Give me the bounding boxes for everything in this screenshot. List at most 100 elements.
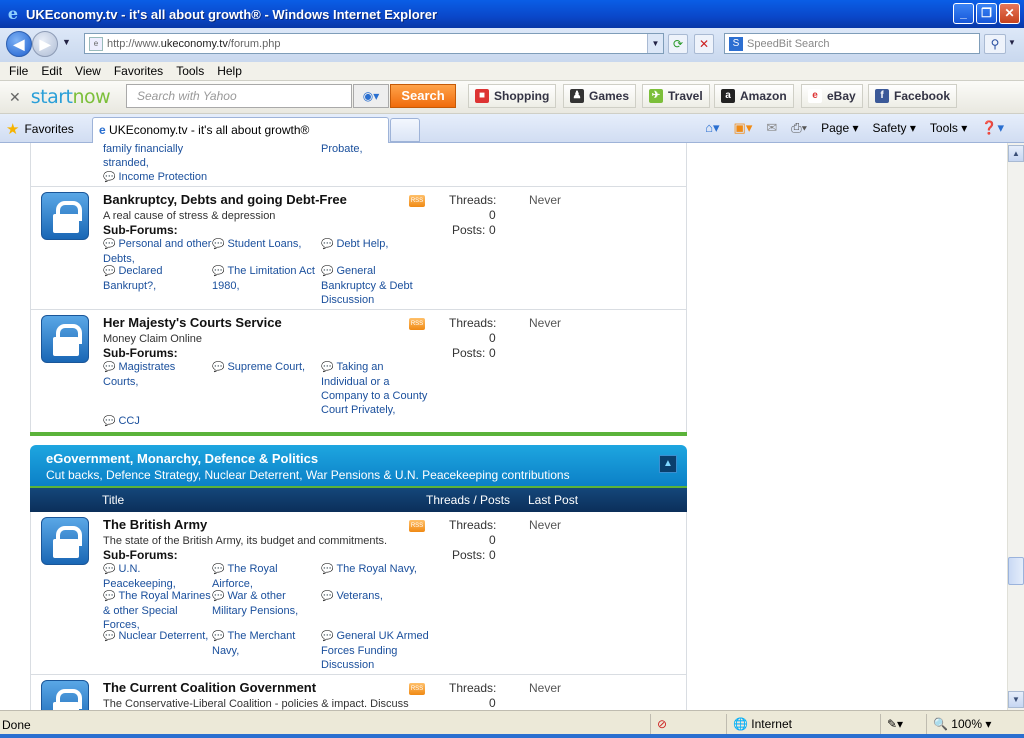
subforum-link-income-protection[interactable]: 💬 Income Protection	[103, 170, 207, 185]
forum-title[interactable]: The Current Coalition Government	[103, 680, 316, 695]
subforum-link[interactable]: 💬 The Royal Airforce,	[212, 562, 278, 591]
forum-description: A real cause of stress & depression	[103, 210, 276, 222]
help-icon[interactable]: ❓▾	[981, 120, 1004, 136]
subforum-link[interactable]: 💬 Veterans,	[321, 589, 383, 604]
url-path: /forum.php	[227, 37, 281, 50]
last-post: Never	[529, 193, 562, 207]
rss-feeds-icon[interactable]: ▣▾	[734, 120, 753, 136]
taskbar-edge	[0, 734, 1024, 738]
subforum-link[interactable]: 💬 Magistrates Courts,	[103, 360, 175, 389]
amazon-label: Amazon	[740, 89, 787, 103]
menu-favorites[interactable]: Favorites	[114, 64, 163, 78]
forum-title[interactable]: Bankruptcy, Debts and going Debt-Free	[103, 192, 347, 207]
subforum-link[interactable]: 💬 Taking an Individual or a Company to a Co…	[321, 360, 427, 417]
scroll-thumb[interactable]	[1008, 557, 1024, 585]
last-post: Never	[529, 316, 562, 330]
menu-file[interactable]: File	[9, 64, 28, 78]
scroll-up-icon[interactable]: ▲	[1008, 145, 1024, 162]
subforum-link[interactable]: 💬 General Bankruptcy & Debt Discussion	[321, 264, 413, 307]
threads-count: 0	[489, 208, 496, 222]
subforum-link-probate[interactable]: Probate,	[321, 143, 363, 156]
protected-mode-icon[interactable]: ✎▾	[880, 714, 903, 734]
print-icon[interactable]: ⎙▾	[791, 120, 807, 136]
safety-menu[interactable]: Safety ▾	[873, 121, 916, 135]
close-window-button[interactable]: ✕	[999, 3, 1020, 24]
menu-edit[interactable]: Edit	[41, 64, 62, 78]
subforum-link[interactable]: 💬 Declared Bankrupt?,	[103, 264, 162, 293]
vertical-scrollbar[interactable]: ▲ ▼	[1007, 143, 1024, 710]
logo-part-now: now	[72, 86, 111, 108]
subforum-link-partial[interactable]: family financially stranded,	[103, 143, 183, 170]
search-engine-selector[interactable]: ◉▾	[353, 84, 389, 108]
search-options-dropdown-icon[interactable]: ▼	[1008, 38, 1016, 47]
forum-title[interactable]: Her Majesty's Courts Service	[103, 315, 282, 330]
subforum-link[interactable]: 💬 War & other Military Pensions,	[212, 589, 298, 618]
col-threads-posts: Threads / Posts	[426, 493, 511, 507]
subforum-link[interactable]: 💬 The Merchant Navy,	[212, 629, 295, 658]
tools-menu[interactable]: Tools ▾	[930, 121, 967, 135]
search-go-icon[interactable]: ⚲	[984, 34, 1006, 54]
speedbit-placeholder: SpeedBit Search	[747, 37, 830, 50]
rss-feed-icon[interactable]: RSS	[409, 683, 425, 695]
address-dropdown-icon[interactable]: ▼	[647, 34, 663, 53]
rss-feed-icon[interactable]: RSS	[409, 195, 425, 207]
subforum-link[interactable]: 💬 Debt Help,	[321, 237, 388, 252]
tab-active[interactable]: e UKEconomy.tv - it's all about growth®	[92, 117, 389, 143]
restore-button[interactable]: ❐	[976, 3, 997, 24]
collapse-category-icon[interactable]: ▲	[659, 455, 677, 473]
subforum-link[interactable]: 💬 Student Loans,	[212, 237, 301, 252]
startnow-logo[interactable]: startnow	[31, 86, 111, 108]
stop-icon[interactable]: ✕	[694, 34, 714, 54]
security-zone[interactable]: 🌐 Internet	[726, 714, 876, 734]
rss-feed-icon[interactable]: RSS	[409, 520, 425, 532]
subforum-link[interactable]: 💬 Nuclear Deterrent,	[103, 629, 208, 644]
amazon-link[interactable]: a Amazon	[714, 84, 794, 108]
subforum-link[interactable]: 💬 The Royal Marines & other Special Forces,	[103, 589, 211, 632]
menu-view[interactable]: View	[75, 64, 101, 78]
category-title[interactable]: eGovernment, Monarchy, Defence & Politic…	[46, 451, 318, 466]
shopping-link[interactable]: ■ Shopping	[468, 84, 557, 108]
forum-title[interactable]: The British Army	[103, 517, 207, 532]
refresh-icon[interactable]: ⟳	[668, 34, 688, 54]
subforum-link[interactable]: 💬 The Limitation Act 1980,	[212, 264, 315, 293]
threads-count: 0	[489, 696, 496, 710]
games-link[interactable]: ♟ Games	[563, 84, 637, 108]
window-title-bar: e UKEconomy.tv - it's all about growth® …	[0, 0, 1024, 28]
minimize-button[interactable]: _	[953, 3, 974, 24]
menu-tools[interactable]: Tools	[176, 64, 204, 78]
popup-blocker-icon[interactable]: ⊘	[650, 714, 667, 734]
subforum-link[interactable]: 💬 General UK Armed Forces Funding Discussio…	[321, 629, 429, 672]
travel-link[interactable]: ✈ Travel	[642, 84, 710, 108]
page-menu[interactable]: Page ▾	[821, 121, 858, 135]
home-icon[interactable]: ⌂▾	[705, 120, 719, 136]
category-description: Cut backs, Defence Strategy, Nuclear Det…	[46, 468, 570, 482]
menu-help[interactable]: Help	[217, 64, 242, 78]
address-bar[interactable]: e http://www. ukeconomy.tv/forum.php ▼	[84, 33, 664, 54]
page-content: family financially stranded, Probate, 💬 In…	[0, 143, 1007, 710]
scroll-down-icon[interactable]: ▼	[1008, 691, 1024, 708]
menu-bar: File Edit View Favorites Tools Help	[0, 62, 1024, 81]
yahoo-search-button[interactable]: Search	[390, 84, 456, 108]
mail-icon[interactable]: ✉	[766, 120, 777, 136]
subforum-link[interactable]: 💬 Personal and other Debts,	[103, 237, 211, 266]
favorites-button[interactable]: ★ Favorites	[6, 120, 74, 138]
back-button[interactable]: ◀	[6, 31, 32, 57]
ebay-label: eBay	[827, 89, 856, 103]
subforum-link[interactable]: 💬 CCJ	[103, 414, 140, 429]
close-toolbar-icon[interactable]: ✕	[9, 89, 21, 106]
forward-button[interactable]: ▶	[32, 31, 58, 57]
threads-label: Threads:	[449, 316, 497, 330]
subforum-link[interactable]: 💬 The Royal Navy,	[321, 562, 417, 577]
recent-pages-dropdown-icon[interactable]: ▼	[62, 37, 71, 47]
globe-icon: 🌐	[733, 717, 748, 731]
zoom-level[interactable]: 🔍 100% ▾	[926, 714, 1008, 734]
facebook-link[interactable]: f Facebook	[868, 84, 958, 108]
subforum-link[interactable]: 💬 U.N. Peacekeeping,	[103, 562, 176, 591]
forum-locked-icon	[41, 517, 89, 565]
ebay-link[interactable]: e eBay	[801, 84, 863, 108]
new-tab-button[interactable]	[390, 118, 420, 142]
subforum-link[interactable]: 💬 Supreme Court,	[212, 360, 305, 375]
rss-feed-icon[interactable]: RSS	[409, 318, 425, 330]
speedbit-search-input[interactable]: S SpeedBit Search	[724, 33, 980, 54]
yahoo-search-input[interactable]: Search with Yahoo	[126, 84, 352, 108]
